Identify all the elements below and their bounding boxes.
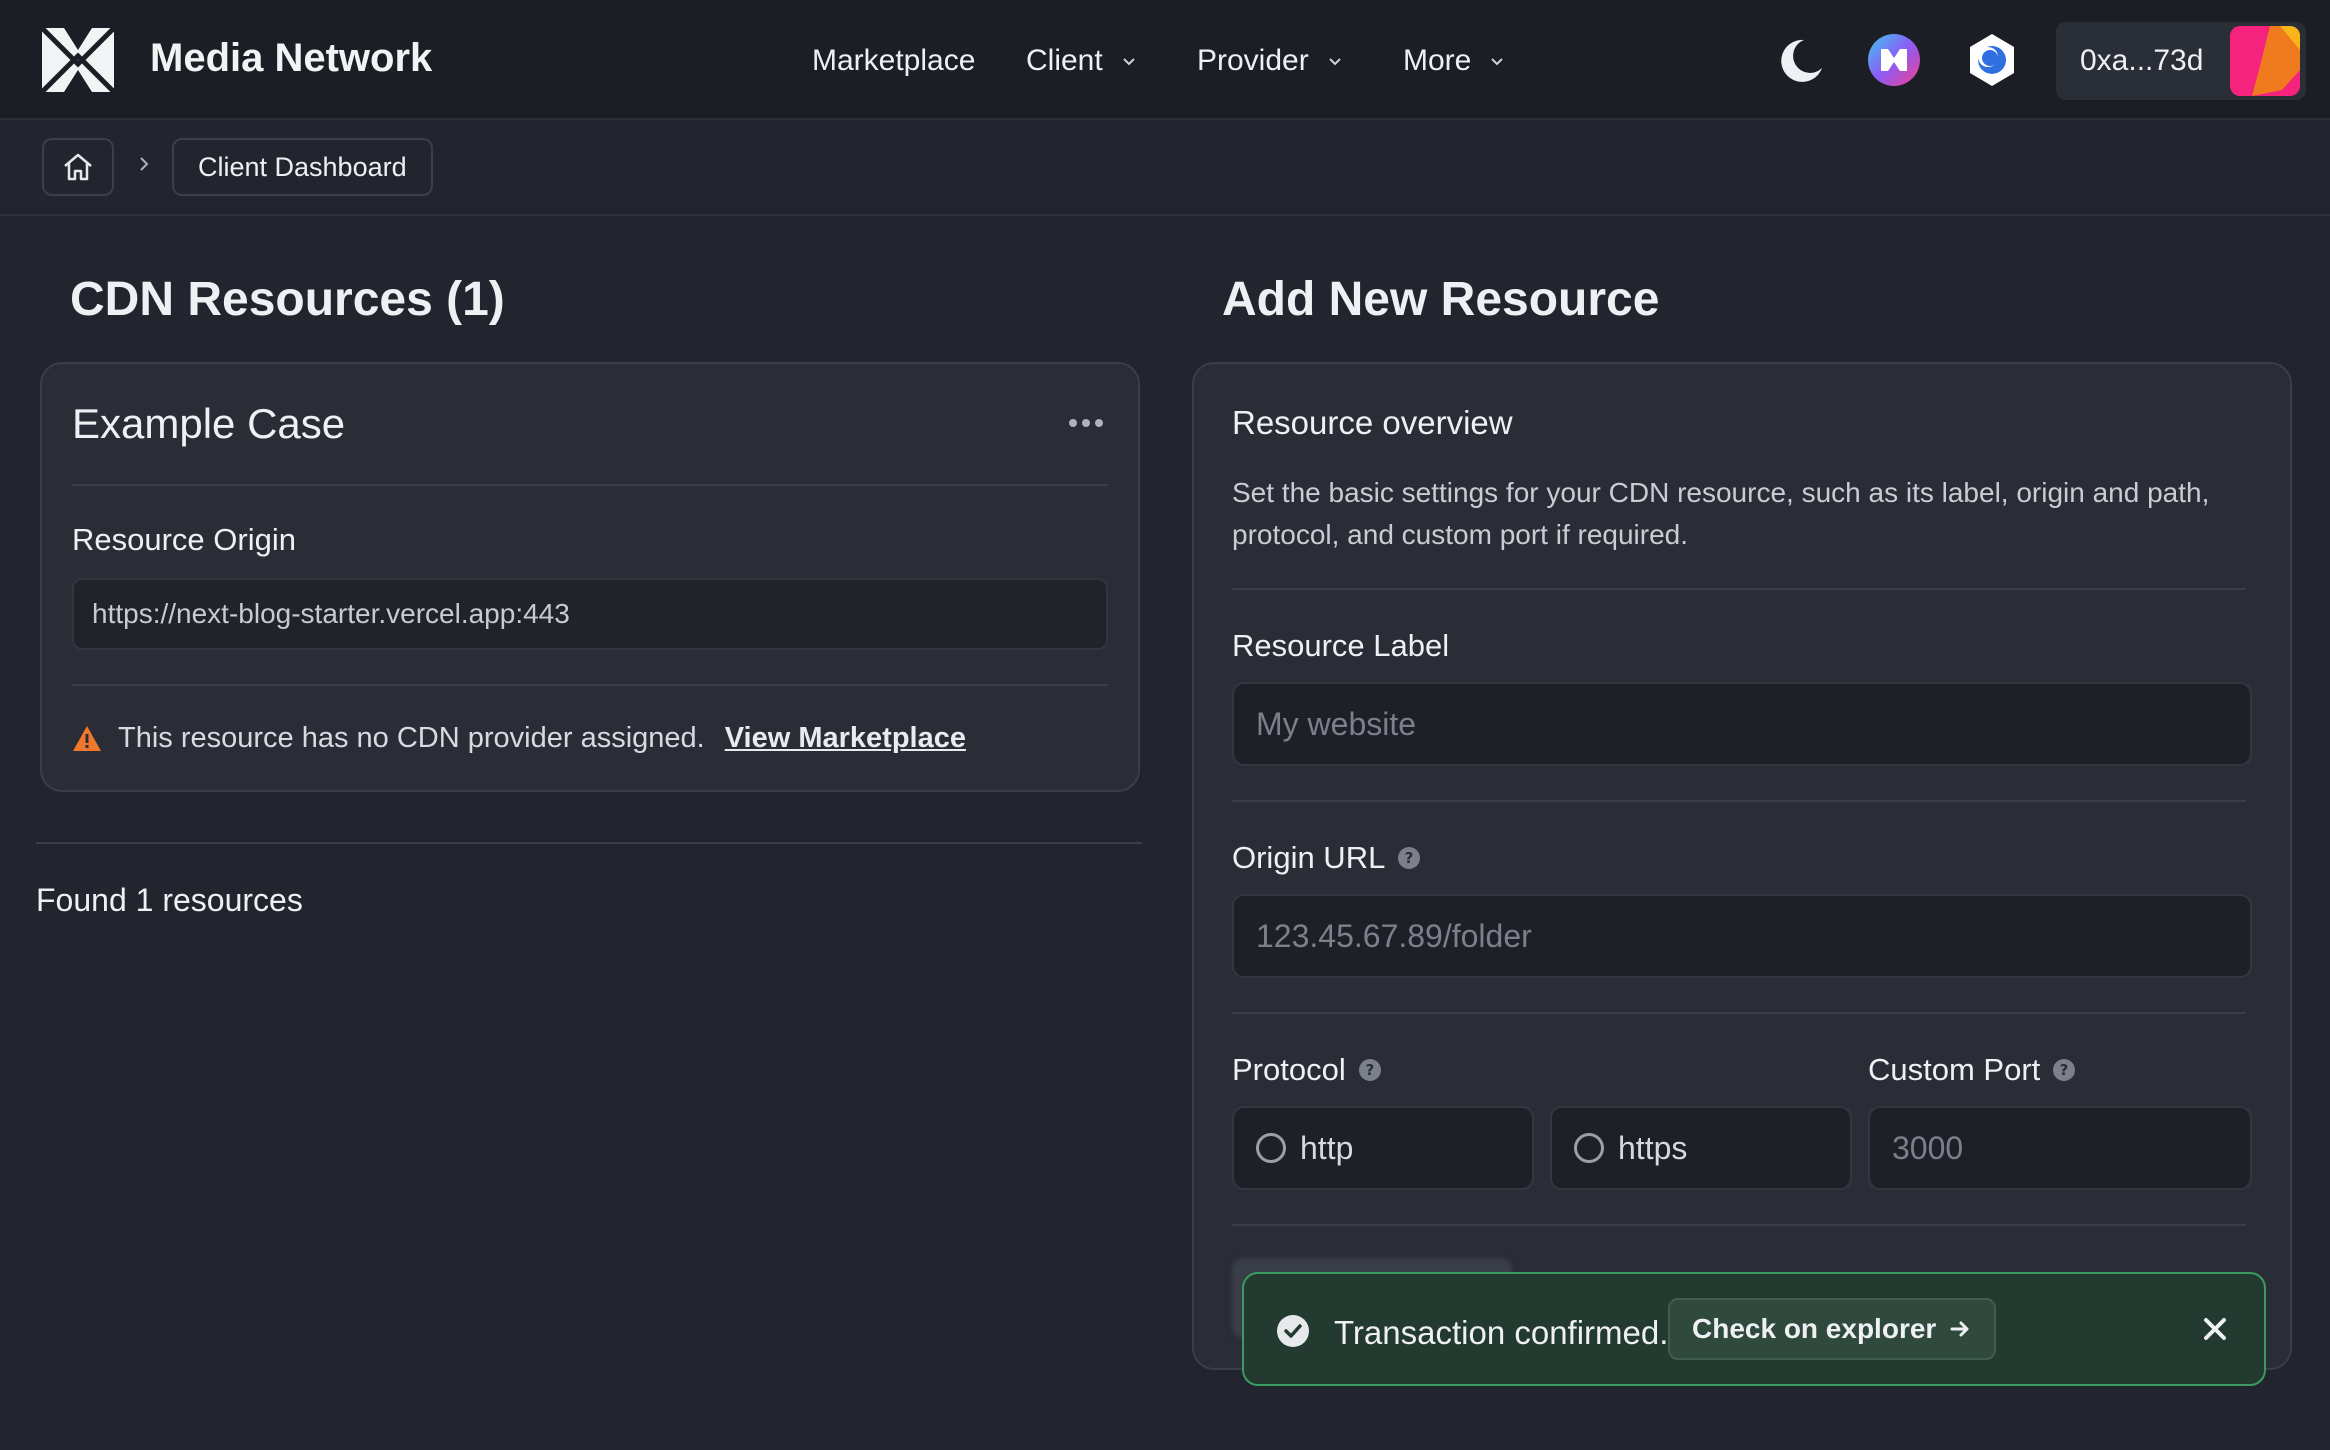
svg-text:?: ? xyxy=(1365,1061,1374,1079)
home-icon xyxy=(64,153,92,181)
form-divider xyxy=(1232,1012,2246,1014)
check-explorer-label: Check on explorer xyxy=(1692,1313,1937,1344)
nav-more-label: More xyxy=(1403,44,1472,77)
chevron-down-icon xyxy=(1122,58,1135,66)
protocol-https-label: https xyxy=(1618,1129,1688,1166)
help-icon[interactable]: ? xyxy=(1397,846,1421,870)
arrow-right-icon xyxy=(1950,1321,1969,1337)
resource-label-label: Resource Label xyxy=(1232,628,1450,663)
top-navbar: Media Network Marketplace Client Provide… xyxy=(0,0,2330,120)
network-chain-icon[interactable] xyxy=(1962,30,2022,90)
protocol-label-text: Protocol xyxy=(1232,1052,1346,1087)
wallet-button[interactable]: 0xa...73d xyxy=(2056,22,2306,100)
resource-card: Example Case Resource Origin https://nex… xyxy=(40,362,1140,792)
chevron-right-icon xyxy=(140,157,149,171)
origin-url-label: Origin URL ? xyxy=(1232,840,1421,876)
nav-provider-label: Provider xyxy=(1197,44,1309,77)
breadcrumb: Client Dashboard xyxy=(0,122,2330,216)
add-resource-title: Add New Resource xyxy=(1222,273,1660,326)
form-divider xyxy=(1232,800,2246,802)
brand-name[interactable]: Media Network xyxy=(150,36,432,81)
wallet-avatar-icon xyxy=(2230,26,2300,96)
custom-port-label: Custom Port ? xyxy=(1868,1052,2076,1088)
chevron-down-icon xyxy=(1329,58,1341,66)
custom-port-label-text: Custom Port xyxy=(1868,1052,2041,1087)
custom-port-input[interactable]: 3000 xyxy=(1868,1106,2252,1190)
no-provider-warning: This resource has no CDN provider assign… xyxy=(72,722,966,755)
success-toast: Transaction confirmed. Check on explorer xyxy=(1242,1272,2266,1386)
warning-icon xyxy=(73,725,101,751)
card-divider xyxy=(72,484,1108,486)
protocol-http-radio[interactable]: http xyxy=(1232,1106,1534,1190)
chevron-down-icon xyxy=(1491,58,1504,66)
nav-marketplace[interactable]: Marketplace xyxy=(812,44,975,78)
resource-label-input[interactable]: My website xyxy=(1232,682,2252,766)
nav-client[interactable]: Client xyxy=(1026,44,1139,78)
overview-title: Resource overview xyxy=(1232,404,1513,441)
radio-circle-icon xyxy=(1574,1133,1604,1163)
form-divider xyxy=(1232,1224,2246,1226)
overview-description: Set the basic settings for your CDN reso… xyxy=(1232,477,2210,550)
nav-provider[interactable]: Provider xyxy=(1197,44,1345,78)
origin-url-label-text: Origin URL xyxy=(1232,840,1386,875)
view-marketplace-link[interactable]: View Marketplace xyxy=(725,722,966,755)
check-explorer-button[interactable]: Check on explorer xyxy=(1668,1298,1997,1360)
list-divider xyxy=(36,842,1142,844)
svg-text:?: ? xyxy=(1405,849,1414,867)
form-divider xyxy=(1232,588,2246,590)
card-divider xyxy=(72,684,1108,686)
more-options-icon[interactable] xyxy=(1068,418,1104,428)
protocol-https-radio[interactable]: https xyxy=(1550,1106,1852,1190)
resource-origin-value: https://next-blog-starter.vercel.app:443 xyxy=(72,578,1108,650)
resource-origin-label: Resource Origin xyxy=(72,522,296,557)
origin-url-input[interactable]: 123.45.67.89/folder xyxy=(1232,894,2252,978)
resources-title: CDN Resources (1) xyxy=(70,273,505,326)
resource-card-title: Example Case xyxy=(72,400,346,447)
help-icon[interactable]: ? xyxy=(1358,1058,1382,1082)
media-network-token-icon[interactable] xyxy=(1864,30,1924,90)
add-resource-form: Resource overview Set the basic settings… xyxy=(1192,362,2292,1370)
nav-marketplace-label: Marketplace xyxy=(812,44,976,77)
warning-text: This resource has no CDN provider assign… xyxy=(118,722,705,754)
media-network-logo[interactable] xyxy=(40,24,116,96)
protocol-http-label: http xyxy=(1300,1129,1354,1166)
results-count: Found 1 resources xyxy=(36,882,303,918)
svg-text:?: ? xyxy=(2060,1061,2069,1079)
close-icon[interactable] xyxy=(2200,1314,2230,1344)
breadcrumb-client-dashboard[interactable]: Client Dashboard xyxy=(172,138,433,196)
radio-circle-icon xyxy=(1256,1133,1286,1163)
check-circle-icon xyxy=(1277,1315,1309,1347)
help-icon[interactable]: ? xyxy=(2052,1058,2076,1082)
home-button[interactable] xyxy=(42,138,114,196)
nav-client-label: Client xyxy=(1026,44,1103,77)
protocol-label: Protocol ? xyxy=(1232,1052,1382,1088)
nav-more[interactable]: More xyxy=(1403,44,1507,78)
moon-icon[interactable] xyxy=(1770,30,1830,90)
wallet-address: 0xa...73d xyxy=(2080,44,2204,77)
toast-message: Transaction confirmed. xyxy=(1334,1314,1669,1351)
